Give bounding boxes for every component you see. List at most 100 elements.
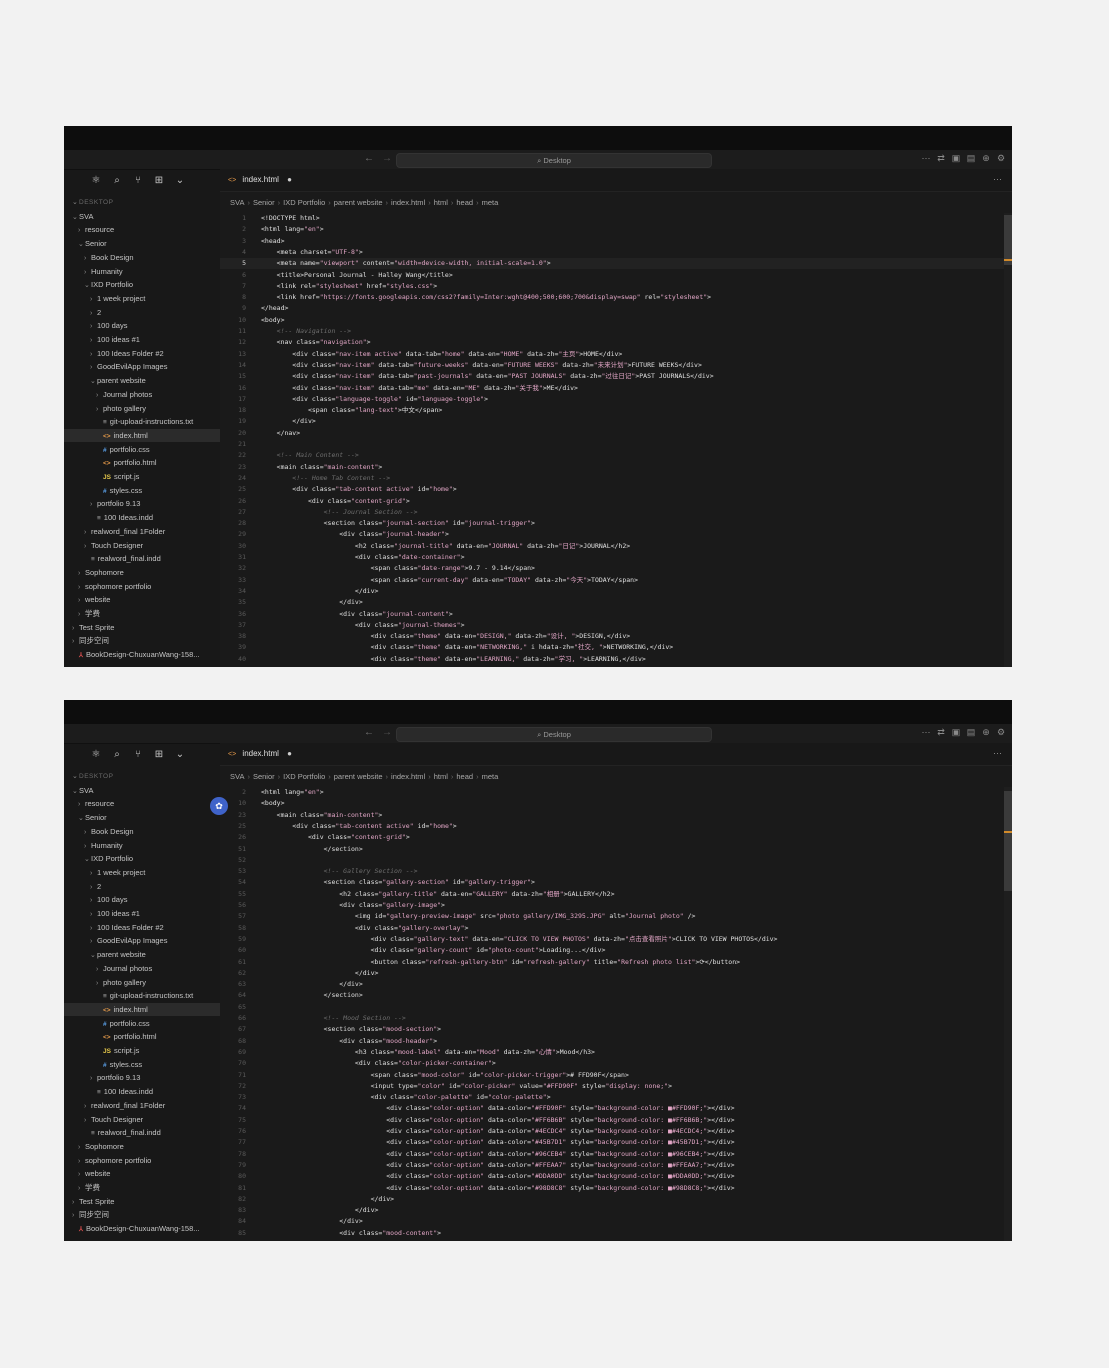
tree-item[interactable]: # styles.css: [64, 484, 142, 497]
tree-item[interactable]: › 100 ideas #1: [64, 907, 140, 920]
code-line[interactable]: 58 <div class="gallery-overlay">: [220, 923, 468, 934]
code-line[interactable]: 20 </nav>: [220, 428, 300, 439]
code-line[interactable]: 4 <meta charset="UTF-8">: [220, 247, 363, 258]
tree-item[interactable]: › Sophomore: [64, 566, 124, 579]
code-line[interactable]: 77 <div class="color-option" data-color=…: [220, 1137, 734, 1148]
breadcrumb-item[interactable]: html: [434, 198, 448, 207]
more-icon[interactable]: ⋯: [921, 153, 931, 164]
code-line[interactable]: 28 <section class="journal-section" id="…: [220, 518, 535, 529]
breadcrumb-item[interactable]: SVA: [230, 198, 244, 207]
code-line[interactable]: 26 <div class="content-grid">: [220, 496, 410, 507]
more-actions-icon[interactable]: ⋯: [993, 748, 1002, 759]
tree-item[interactable]: › 同步空间: [64, 1208, 109, 1221]
code-line[interactable]: 86 <div class="mood-description">: [220, 1239, 472, 1241]
code-line[interactable]: 56 <div class="gallery-image">: [220, 900, 445, 911]
code-line[interactable]: 64 </section>: [220, 990, 363, 1001]
code-line[interactable]: 54 <section class="gallery-section" id="…: [220, 877, 535, 888]
code-line[interactable]: 18 <span class="lang-text">中文</span>: [220, 405, 442, 416]
tree-item[interactable]: ⌄IXD Portfolio: [64, 278, 133, 291]
tree-item[interactable]: › photo gallery: [64, 976, 146, 989]
code-line[interactable]: 85 <div class="mood-content">: [220, 1228, 441, 1239]
code-view[interactable]: 1 <!DOCTYPE html> 2 <html lang="en"> 3 <head>…: [220, 213, 1012, 667]
code-line[interactable]: 40 <div class="theme" data-en="LEARNING,…: [220, 654, 646, 665]
tree-item[interactable]: ⌄IXD Portfolio: [64, 852, 133, 865]
tab-index-html[interactable]: <> index.html ●: [228, 749, 292, 758]
tree-item[interactable]: › Book Design: [64, 251, 134, 264]
code-line[interactable]: 15 <div class="nav-item" data-tab="past-…: [220, 371, 713, 382]
explorer-section-header[interactable]: ⌄DESKTOP: [64, 196, 113, 209]
tree-item[interactable]: # portfolio.css: [64, 1017, 150, 1030]
explorer-section-header[interactable]: ⌄DESKTOP: [64, 770, 113, 783]
code-line[interactable]: 33 <span class="current-day" data-en="TO…: [220, 575, 638, 586]
code-line[interactable]: 35 </div>: [220, 597, 363, 608]
code-line[interactable]: 29 <div class="journal-header">: [220, 529, 449, 540]
tree-item[interactable]: › 100 ideas #1: [64, 333, 140, 346]
code-line[interactable]: 37 <div class="journal-themes">: [220, 620, 464, 631]
code-line[interactable]: 81 <div class="color-option" data-color=…: [220, 1183, 734, 1194]
code-line[interactable]: 24 <!-- Home Tab Content -->: [220, 473, 390, 484]
code-line[interactable]: 17 <div class="language-toggle" id="lang…: [220, 394, 488, 405]
code-line[interactable]: 38 <div class="theme" data-en="DESIGN," …: [220, 631, 630, 642]
tree-item[interactable]: › 学费: [64, 1181, 100, 1194]
breadcrumb-item[interactable]: index.html: [391, 772, 425, 781]
tree-item[interactable]: ⌄Senior: [64, 237, 107, 250]
breadcrumb-item[interactable]: index.html: [391, 198, 425, 207]
gear-icon[interactable]: ⚙: [996, 727, 1006, 738]
code-line[interactable]: 52: [220, 855, 261, 866]
toggle-panel-icon[interactable]: ▤: [966, 153, 976, 164]
code-line[interactable]: 83 </div>: [220, 1205, 378, 1216]
breadcrumb-item[interactable]: SVA: [230, 772, 244, 781]
code-line[interactable]: 75 <div class="color-option" data-color=…: [220, 1115, 734, 1126]
tree-item[interactable]: ⌄parent website: [64, 948, 146, 961]
code-line[interactable]: 25 <div class="tab-content active" id="h…: [220, 484, 457, 495]
unsaved-dot-icon[interactable]: ●: [287, 749, 292, 758]
code-line[interactable]: 16 <div class="nav-item" data-tab="me" d…: [220, 383, 578, 394]
tree-item[interactable]: › 100 days: [64, 893, 127, 906]
tree-item[interactable]: › 学费: [64, 607, 100, 620]
breadcrumb-item[interactable]: html: [434, 772, 448, 781]
tree-item[interactable]: JS script.js: [64, 470, 139, 483]
code-line[interactable]: 68 <div class="mood-header">: [220, 1036, 437, 1047]
code-line[interactable]: 5 <meta name="viewport" content="width=d…: [220, 258, 1012, 270]
code-line[interactable]: 62 </div>: [220, 968, 378, 979]
code-line[interactable]: 3 <head>: [220, 236, 284, 247]
code-line[interactable]: 23 <main class="main-content">: [220, 810, 382, 821]
code-line[interactable]: 1 <!DOCTYPE html>: [220, 213, 320, 224]
code-line[interactable]: 57 <img id="gallery-preview-image" src="…: [220, 911, 695, 922]
tree-item[interactable]: ≡ 100 Ideas.indd: [64, 511, 153, 524]
tree-item[interactable]: › 同步空间: [64, 634, 109, 647]
code-line[interactable]: 63 </div>: [220, 979, 363, 990]
tree-item[interactable]: › 2: [64, 880, 101, 893]
copilot-badge-icon[interactable]: ✿: [210, 797, 228, 815]
breadcrumb-item[interactable]: meta: [482, 198, 499, 207]
tree-item[interactable]: › GoodEvilApp Images: [64, 360, 167, 373]
more-icon[interactable]: ⋯: [921, 727, 931, 738]
code-line[interactable]: 6 <title>Personal Journal - Halley Wang<…: [220, 270, 453, 281]
code-line[interactable]: 8 <link href="https://fonts.googleapis.c…: [220, 292, 711, 303]
toggle-sidebar-icon[interactable]: ▣: [951, 727, 961, 738]
tree-item[interactable]: › Touch Designer: [64, 1113, 143, 1126]
search-icon[interactable]: ⌕: [111, 749, 123, 760]
tree-item[interactable]: › website: [64, 593, 110, 606]
back-arrow-icon[interactable]: ←: [364, 153, 374, 164]
code-line[interactable]: 10 <body>: [220, 315, 284, 326]
tree-item[interactable]: ⌄SVA: [64, 784, 93, 797]
tab-index-html[interactable]: <> index.html ●: [228, 175, 292, 184]
breadcrumb-item[interactable]: head: [456, 198, 473, 207]
code-line[interactable]: 31 <div class="date-container">: [220, 552, 464, 563]
code-line[interactable]: 34 </div>: [220, 586, 378, 597]
explorer-icon[interactable]: ⚛: [90, 175, 102, 186]
scrollbar-thumb[interactable]: [1004, 215, 1012, 265]
forward-arrow-icon[interactable]: →: [382, 727, 392, 738]
tree-item[interactable]: › Journal photos: [64, 962, 152, 975]
breadcrumb-item[interactable]: Senior: [253, 772, 275, 781]
code-line[interactable]: 74 <div class="color-option" data-color=…: [220, 1103, 734, 1114]
code-line[interactable]: 59 <div class="gallery-text" data-en="CL…: [220, 934, 777, 945]
tree-item[interactable]: # portfolio.css: [64, 443, 150, 456]
tree-item[interactable]: <> portfolio.html: [64, 456, 157, 469]
code-line[interactable]: 66 <!-- Mood Section -->: [220, 1013, 406, 1024]
code-line[interactable]: 70 <div class="color-picker-container">: [220, 1058, 496, 1069]
code-line[interactable]: 10 <body>: [220, 798, 284, 809]
tree-item[interactable]: › Sophomore: [64, 1140, 124, 1153]
code-line[interactable]: 79 <div class="color-option" data-color=…: [220, 1160, 734, 1171]
